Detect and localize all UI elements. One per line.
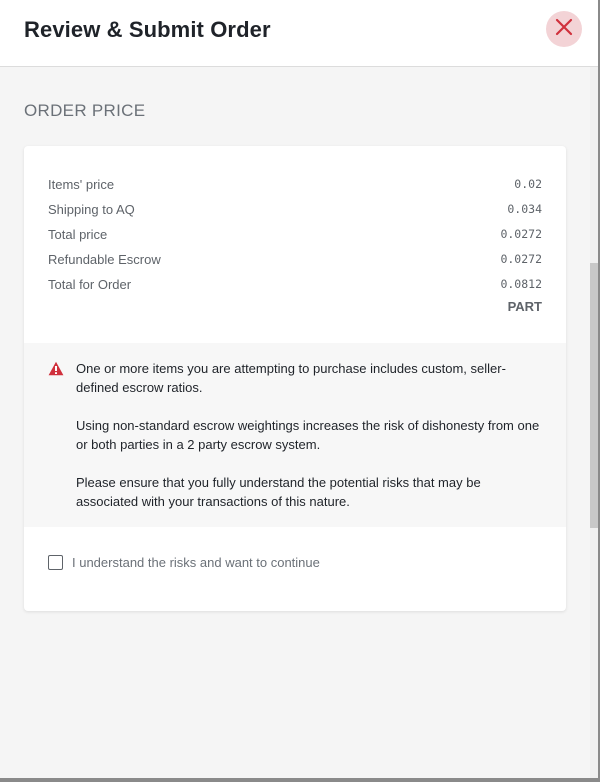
risk-acknowledgement[interactable]: I understand the risks and want to conti… [48, 555, 320, 570]
price-row-escrow: Refundable Escrow 0.0272 [48, 249, 542, 269]
risk-acknowledgement-label[interactable]: I understand the risks and want to conti… [72, 555, 320, 570]
escrow-warning: One or more items you are attempting to … [24, 343, 566, 527]
price-value: 0.0272 [500, 227, 542, 241]
price-label: Refundable Escrow [48, 251, 161, 267]
price-value: 0.034 [507, 202, 542, 216]
price-row-items: Items' price 0.02 [48, 174, 542, 194]
warning-paragraph: Using non-standard escrow weightings inc… [76, 418, 540, 452]
scrollbar-thumb[interactable] [590, 263, 598, 528]
price-row-total-price: Total price 0.0272 [48, 224, 542, 244]
price-value: 0.0812 [500, 277, 542, 291]
warning-triangle-icon [48, 361, 64, 381]
order-summary-card: Items' price 0.02 Shipping to AQ 0.034 T… [24, 146, 566, 611]
price-row-total-order: Total for Order 0.0812 [48, 274, 542, 294]
price-label: Total price [48, 226, 108, 242]
warning-paragraph: One or more items you are attempting to … [76, 361, 506, 395]
price-label: Shipping to AQ [48, 201, 135, 217]
warning-paragraph: Please ensure that you fully understand … [76, 475, 481, 509]
warning-text: One or more items you are attempting to … [76, 359, 542, 511]
currency-label: PART [507, 299, 542, 314]
order-price-heading: ORDER PRICE [24, 101, 146, 120]
price-value: 0.0272 [500, 252, 542, 266]
price-row-shipping: Shipping to AQ 0.034 [48, 199, 542, 219]
close-button[interactable] [546, 11, 582, 47]
price-label: Total for Order [48, 276, 132, 292]
modal-title: Review & Submit Order [24, 17, 271, 42]
close-icon [555, 18, 573, 41]
review-submit-order-modal: Review & Submit Order ORDER PRICE Items'… [0, 0, 598, 778]
price-label: Items' price [48, 176, 115, 192]
modal-header: Review & Submit Order [0, 0, 598, 67]
risk-acknowledgement-checkbox[interactable] [48, 555, 63, 570]
price-value: 0.02 [514, 177, 542, 191]
